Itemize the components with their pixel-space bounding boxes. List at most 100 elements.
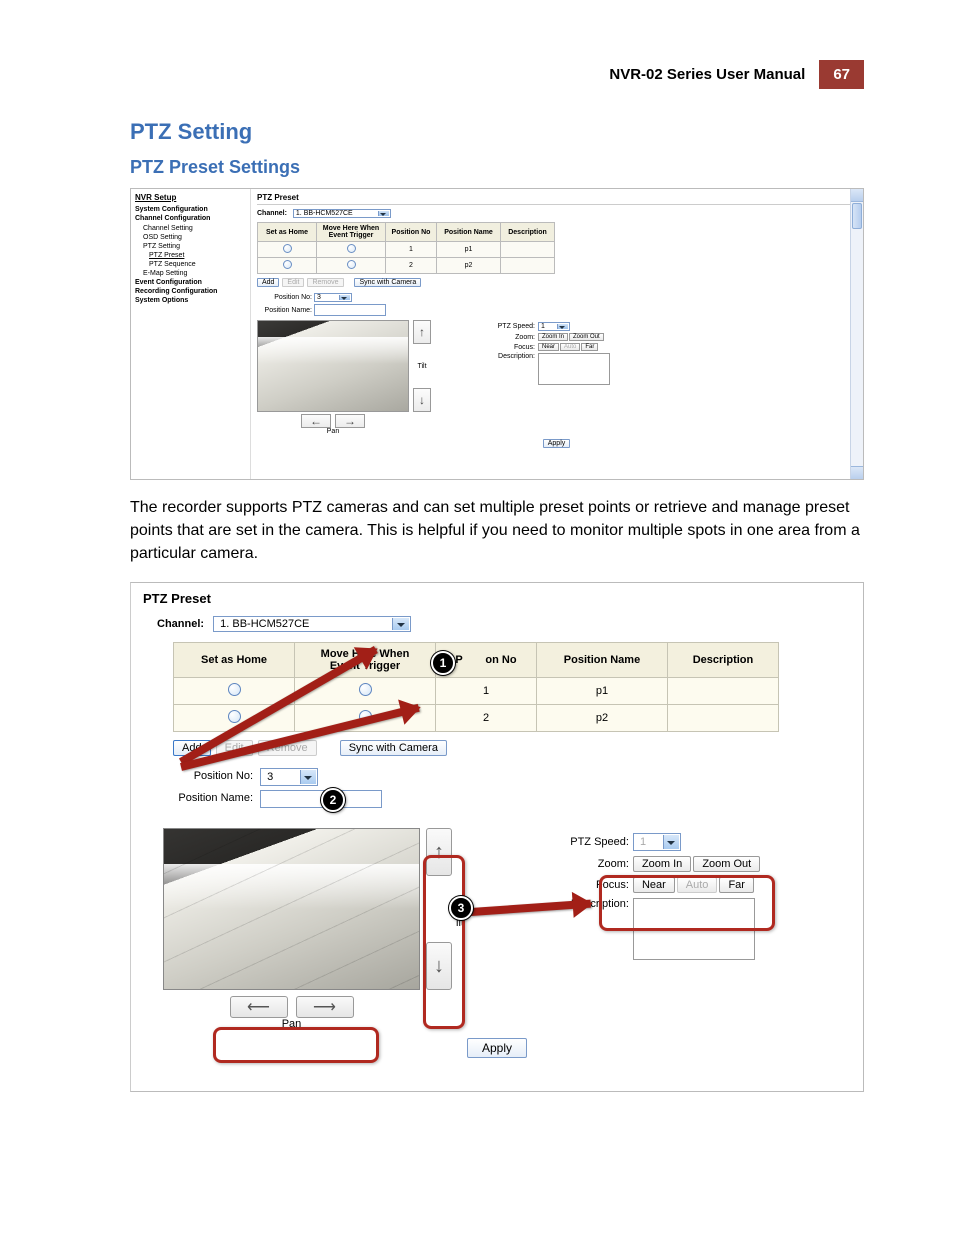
- pos-no-label: Position No:: [163, 770, 253, 782]
- radio-home[interactable]: [283, 260, 292, 269]
- camera-preview: [163, 828, 420, 990]
- nav-item[interactable]: OSD Setting: [135, 233, 246, 242]
- pan-label: Pan: [257, 428, 409, 435]
- zoom-out-button[interactable]: Zoom Out: [569, 333, 604, 341]
- camera-preview: [257, 320, 409, 412]
- pos-no-select[interactable]: 3: [260, 768, 318, 786]
- focus-label: Focus:: [487, 344, 535, 351]
- nav-item[interactable]: Channel Setting: [135, 224, 246, 233]
- arrow-up-icon: ↑: [419, 326, 425, 338]
- preset-table: Set as Home Move Here When Event Trigger…: [257, 222, 555, 274]
- radio-event[interactable]: [347, 244, 356, 253]
- page-header: NVR-02 Series User Manual 67: [130, 60, 864, 89]
- annotation-box-tilt: [423, 855, 465, 1029]
- zoom-in-button[interactable]: Zoom In: [633, 856, 691, 872]
- cell-pos-no: 2: [386, 258, 437, 274]
- pan-right-button[interactable]: →: [335, 414, 365, 428]
- apply-button[interactable]: Apply: [543, 439, 571, 448]
- nav-sidebar: NVR Setup System Configuration Channel C…: [131, 189, 251, 479]
- nav-item[interactable]: PTZ Sequence: [135, 260, 246, 269]
- pos-no-label: Position No:: [257, 294, 312, 301]
- cell-pos-name: p2: [437, 258, 501, 274]
- body-paragraph: The recorder supports PTZ cameras and ca…: [130, 496, 864, 566]
- description-label: Description:: [487, 353, 535, 360]
- nav-item[interactable]: System Options: [135, 296, 246, 305]
- ptz-speed-label: PTZ Speed:: [554, 836, 629, 848]
- nav-item-active[interactable]: PTZ Preset: [135, 251, 246, 260]
- annotation-box-pan: [213, 1027, 379, 1063]
- cell-pos-no: 1: [436, 677, 537, 704]
- col-desc: Description: [501, 223, 555, 242]
- pan-left-button[interactable]: ←: [301, 414, 331, 428]
- focus-auto-button[interactable]: Auto: [560, 343, 580, 351]
- callout-3: 3: [449, 896, 473, 920]
- tilt-up-button[interactable]: ↑: [413, 320, 431, 344]
- nav-item[interactable]: PTZ Setting: [135, 242, 246, 251]
- cell-pos-no: 1: [386, 242, 437, 258]
- panel-title: PTZ Preset: [143, 591, 851, 606]
- zoom-label: Zoom:: [487, 334, 535, 341]
- ptz-speed-select[interactable]: 1: [633, 833, 681, 851]
- tilt-down-button[interactable]: ↓: [413, 388, 431, 412]
- zoom-label: Zoom:: [554, 858, 629, 870]
- sync-button[interactable]: Sync with Camera: [354, 278, 421, 287]
- scrollbar[interactable]: [850, 189, 863, 479]
- nav-item[interactable]: Recording Configuration: [135, 287, 246, 296]
- channel-select[interactable]: 1. BB-HCM527CE: [213, 616, 411, 632]
- nav-item[interactable]: E-Map Setting: [135, 269, 246, 278]
- ptz-speed-label: PTZ Speed:: [487, 323, 535, 330]
- zoom-out-button[interactable]: Zoom Out: [693, 856, 760, 872]
- cell-pos-name: p1: [537, 677, 668, 704]
- table-row[interactable]: 1 p1: [258, 242, 555, 258]
- section-heading: PTZ Setting: [130, 119, 864, 145]
- pos-name-input[interactable]: [314, 304, 386, 316]
- radio-event[interactable]: [347, 260, 356, 269]
- add-button[interactable]: Add: [257, 278, 279, 287]
- radio-event[interactable]: [359, 683, 372, 696]
- radio-home[interactable]: [228, 710, 241, 723]
- channel-select[interactable]: 1. BB-HCM527CE: [293, 209, 391, 218]
- channel-label: Channel:: [157, 618, 204, 630]
- radio-home[interactable]: [228, 683, 241, 696]
- panel-title: PTZ Preset: [257, 193, 857, 205]
- nav-item[interactable]: Channel Configuration: [135, 214, 246, 223]
- callout-1: 1: [431, 651, 455, 675]
- col-pos-name: Position Name: [437, 223, 501, 242]
- screenshot-full-ui: NVR Setup System Configuration Channel C…: [130, 188, 864, 480]
- radio-home[interactable]: [283, 244, 292, 253]
- nav-item[interactable]: System Configuration: [135, 205, 246, 214]
- apply-button[interactable]: Apply: [467, 1038, 527, 1058]
- manual-title: NVR-02 Series User Manual: [609, 66, 805, 83]
- table-row[interactable]: 2 p2: [258, 258, 555, 274]
- col-set-home: Set as Home: [258, 223, 317, 242]
- cell-pos-no: 2: [436, 704, 537, 731]
- pos-name-label: Position Name:: [257, 307, 312, 314]
- edit-button[interactable]: Edit: [282, 278, 304, 287]
- annotation-box-zoomfocus: [599, 875, 775, 931]
- pos-no-select[interactable]: 3: [314, 293, 352, 302]
- arrow-right-icon: →: [344, 415, 356, 427]
- focus-far-button[interactable]: Far: [581, 343, 598, 351]
- arrow-left-icon: ⟵: [247, 997, 270, 1017]
- zoom-in-button[interactable]: Zoom In: [538, 333, 568, 341]
- pan-right-button[interactable]: ⟶: [296, 996, 354, 1018]
- scrollbar-thumb[interactable]: [852, 203, 862, 229]
- screenshot-annotated: PTZ Preset Channel: 1. BB-HCM527CE Set a…: [130, 582, 864, 1092]
- remove-button[interactable]: Remove: [307, 278, 343, 287]
- page-number: 67: [819, 60, 864, 89]
- channel-label: Channel:: [257, 210, 287, 217]
- nav-item[interactable]: Event Configuration: [135, 278, 246, 287]
- arrow-right-icon: ⟶: [313, 997, 336, 1017]
- table-row[interactable]: 1 p1: [174, 677, 779, 704]
- description-input[interactable]: [538, 353, 610, 385]
- arrow-down-icon: ↓: [419, 394, 425, 406]
- subsection-heading: PTZ Preset Settings: [130, 157, 864, 178]
- pan-left-button[interactable]: ⟵: [230, 996, 288, 1018]
- col-pos-name: Position Name: [537, 642, 668, 677]
- callout-2: 2: [321, 788, 345, 812]
- focus-near-button[interactable]: Near: [538, 343, 559, 351]
- arrow-left-icon: ←: [310, 415, 322, 427]
- ptz-speed-select[interactable]: 1: [538, 322, 570, 331]
- col-desc: Description: [668, 642, 779, 677]
- sync-button[interactable]: Sync with Camera: [340, 740, 447, 756]
